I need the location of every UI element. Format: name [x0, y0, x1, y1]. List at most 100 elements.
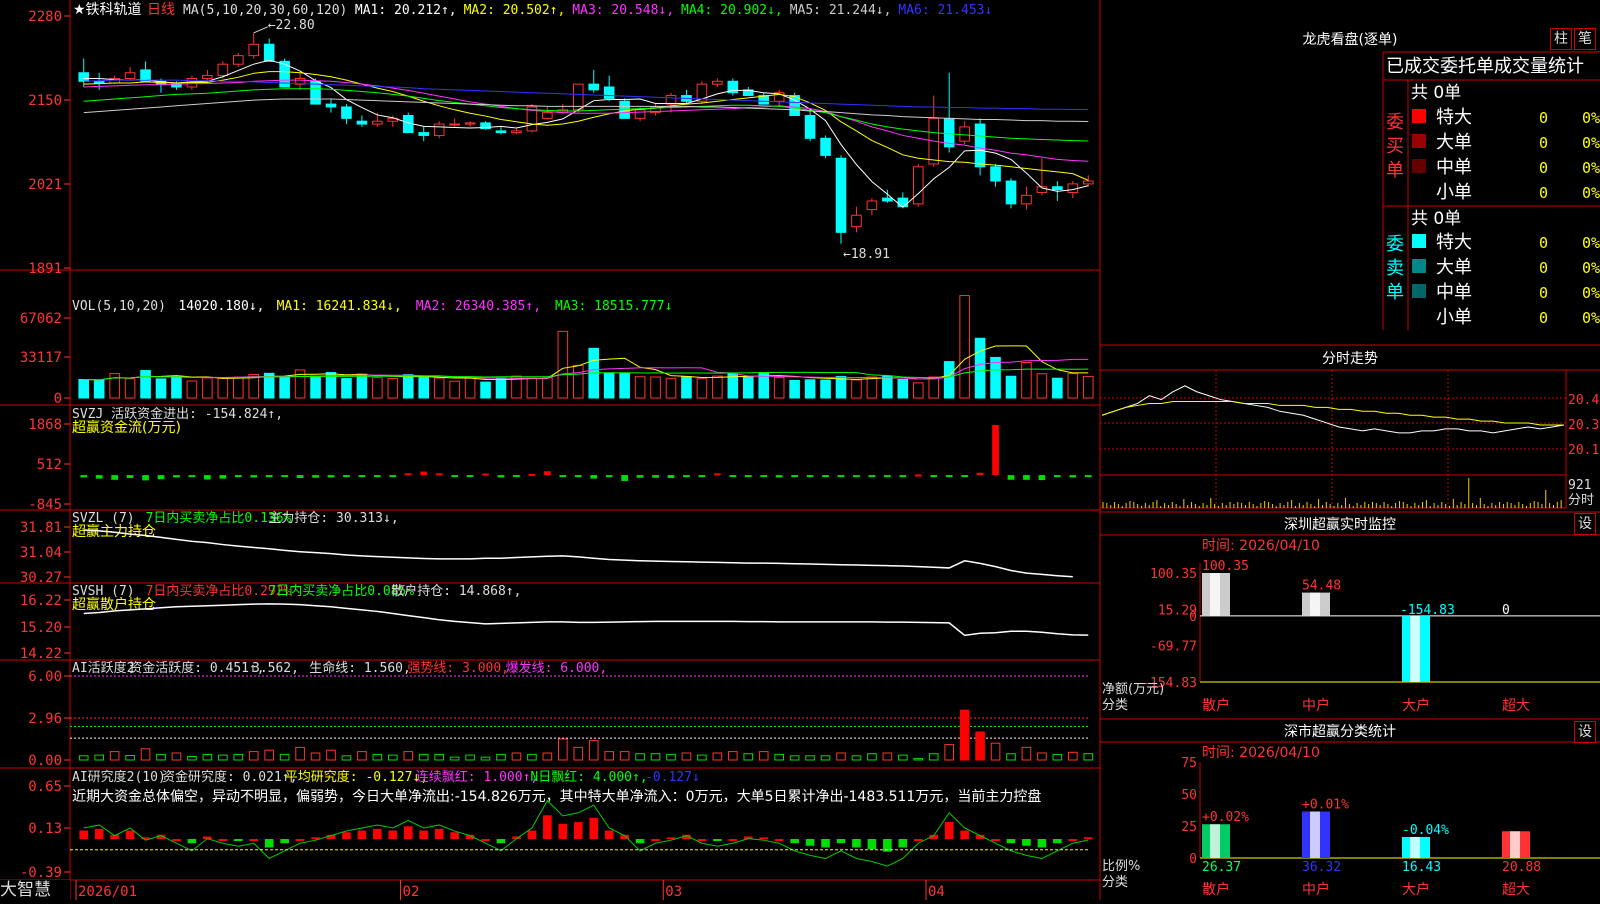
monitor-time: 时间: 2026/04/10 — [1202, 538, 1320, 554]
svsh-tick: 15.20 — [20, 620, 62, 636]
fund-flow-bar — [837, 475, 845, 478]
volume-bar — [232, 376, 244, 399]
buy-row-pct: 0% — [1582, 184, 1600, 202]
buy-color-swatch — [1412, 134, 1426, 148]
ai1-header-item: 爆发线: 6.000, — [506, 660, 608, 676]
candle-body — [464, 122, 476, 125]
activity-bar — [898, 754, 908, 761]
activity-bar — [279, 753, 290, 761]
activity-bar — [619, 751, 630, 761]
volume-bar — [356, 373, 368, 399]
sell-row-name: 小单 — [1436, 307, 1472, 328]
candle-body — [1067, 183, 1079, 193]
research-bar — [403, 826, 413, 839]
ai2-header-item: -0.127↓ — [645, 770, 700, 785]
classify-bar-highlight — [1310, 811, 1320, 858]
activity-bar — [465, 754, 475, 761]
research-bar — [774, 839, 784, 841]
candle-body — [232, 55, 244, 65]
volume-bar — [696, 378, 708, 399]
classify-tick: 0 — [1189, 852, 1197, 867]
fund-flow-bar — [992, 424, 999, 476]
vol-header-item: 14020.180↓, — [178, 299, 264, 314]
activity-bar — [94, 754, 104, 761]
stock-terminal: ★铁科轨道 日线 MA(5,10,20,30,60,120) MA1: 20.212↑… — [0, 0, 1600, 900]
classify-settings-button[interactable]: 设 — [1574, 721, 1596, 743]
activity-bar — [975, 731, 985, 761]
kline-tick: 2021 — [28, 177, 62, 193]
research-bar — [527, 830, 537, 839]
fund-flow-bar — [343, 475, 350, 478]
volume-bar — [634, 376, 646, 399]
activity-bar — [1037, 752, 1047, 761]
fund-flow-bar — [636, 475, 644, 478]
activity-bar — [836, 752, 846, 761]
ai2-header-item: 平均研究度: -0.127↓, — [285, 769, 428, 785]
sell-color-swatch — [1412, 259, 1426, 273]
research-bar — [1053, 839, 1062, 844]
ai1-header-item: 3.562, — [252, 661, 299, 676]
classify-category: 大户 — [1402, 881, 1430, 898]
monitor-tick: 0 — [1189, 610, 1197, 625]
activity-bar — [527, 753, 537, 761]
bar-mode-button[interactable]: 柱 — [1550, 28, 1572, 50]
activity-bar — [202, 753, 213, 761]
research-bar — [125, 830, 135, 839]
classify-bar-value: 16.43 — [1402, 860, 1441, 875]
dragon-subtitle: 已成交委托单成交量统计 — [1386, 56, 1584, 77]
buy-row-pct: 0% — [1582, 134, 1600, 152]
research-bar — [496, 839, 506, 844]
candle-body — [433, 123, 445, 136]
buy-order-label: 买 — [1386, 136, 1404, 157]
vol-tick: 67062 — [20, 311, 62, 327]
fund-flow-bar — [358, 475, 366, 478]
volume-bar — [402, 374, 414, 399]
volume-bar — [433, 377, 445, 399]
ai1-header-item: 强势线: 3.000, — [407, 660, 509, 676]
volume-bar — [1021, 362, 1032, 399]
ai1-tick: 2.96 — [28, 711, 62, 727]
classify-tick: 25 — [1181, 820, 1197, 835]
vol-header-item: VOL(5,10,20) — [72, 299, 166, 314]
candle-body — [588, 83, 600, 91]
activity-bar — [125, 755, 135, 761]
research-bar — [187, 839, 197, 844]
svzl-header-item: 主力持仓: 30.313↓, — [268, 511, 398, 526]
fund-flow-bar — [806, 475, 814, 478]
activity-bar — [388, 754, 398, 761]
candle-body — [124, 72, 136, 79]
volume-bar — [480, 381, 491, 399]
volume-bar — [650, 376, 661, 399]
ai2-tick: 0.65 — [28, 779, 62, 795]
monitor-category: 散户 — [1202, 697, 1230, 714]
volume-bar — [804, 379, 816, 399]
intraday-avg-line — [1101, 401, 1564, 426]
activity-bar — [109, 751, 120, 761]
candle-body — [449, 123, 460, 126]
candle-body — [820, 137, 831, 156]
order-mode-button[interactable]: 笔 — [1574, 28, 1596, 50]
kline-tick: 2150 — [28, 93, 62, 109]
research-bar — [79, 830, 89, 839]
volume-bar — [990, 356, 1001, 399]
activity-bar — [635, 753, 645, 761]
main-chart-area[interactable]: ★铁科轨道 日线 MA(5,10,20,30,60,120) MA1: 20.212↑… — [0, 0, 1600, 900]
stock-name: ★铁科轨道 — [73, 2, 142, 18]
volume-bar — [758, 372, 770, 399]
vol-header-item: MA3: 18515.777↓ — [555, 299, 672, 314]
research-bar — [450, 832, 459, 839]
fund-flow-bar — [652, 475, 659, 478]
research-bar — [697, 839, 707, 841]
volume-bar — [619, 372, 630, 399]
activity-bar — [1068, 751, 1078, 761]
fund-flow-bar — [868, 475, 876, 478]
classify-tick: 50 — [1181, 788, 1197, 803]
buy-row-count: 0 — [1539, 134, 1548, 152]
kline-ma-header: MA3: 20.548↓, — [572, 3, 674, 18]
volume-bar — [78, 378, 90, 399]
monitor-settings-button[interactable]: 设 — [1574, 513, 1596, 535]
volume-bar — [820, 379, 831, 399]
volume-bar — [712, 375, 723, 399]
fund-flow-bar — [435, 473, 443, 476]
sell-color-swatch — [1412, 234, 1426, 248]
